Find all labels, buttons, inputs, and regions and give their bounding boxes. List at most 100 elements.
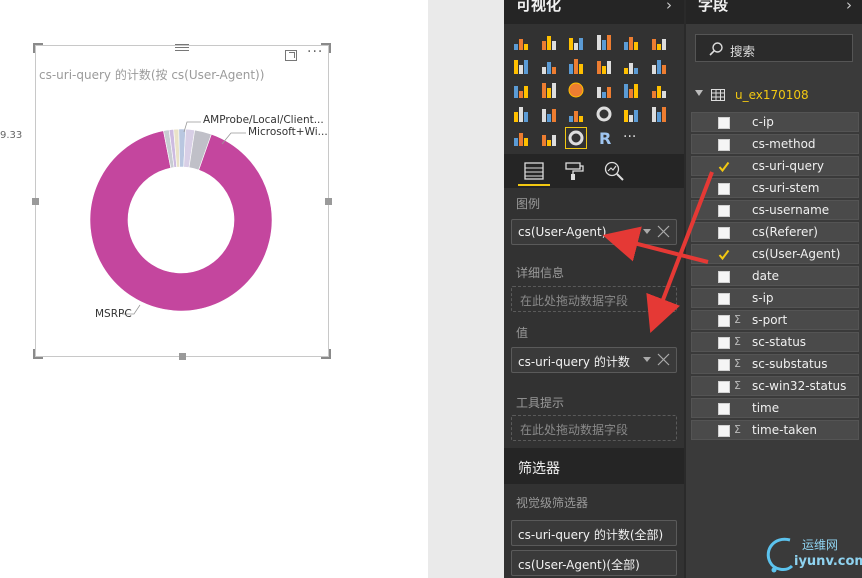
map-icon[interactable] (622, 81, 640, 99)
filter-chip-user-agent[interactable]: cs(User-Agent)(全部) (511, 550, 677, 576)
field-label: cs-uri-query (752, 159, 825, 173)
watermark-logo: 运维网 iyunv.com (758, 530, 862, 578)
search-icon (709, 42, 723, 56)
100-column-icon[interactable] (650, 33, 668, 51)
report-canvas[interactable]: 9.33 ··· cs-uri-query 的计数(按 cs(User-Agen… (0, 0, 428, 578)
values-field-well[interactable]: cs-uri-query 的计数 (511, 347, 677, 373)
field-row-s-port[interactable]: Σs-port (691, 310, 859, 330)
field-row-time[interactable]: time (691, 398, 859, 418)
filled-map-icon[interactable] (540, 105, 558, 123)
field-row-cs-referer[interactable]: cs(Referer) (691, 222, 859, 242)
axis-label-fragment: 9.33 (0, 130, 23, 141)
field-label: sc-substatus (752, 357, 828, 371)
legend-remove-icon[interactable] (656, 224, 671, 239)
treemap-icon[interactable] (595, 81, 613, 99)
donut-chart[interactable] (36, 46, 330, 358)
field-checkbox[interactable] (718, 117, 730, 129)
legend-field-well[interactable]: cs(User-Agent) (511, 219, 677, 245)
fields-search-input[interactable]: 搜索 (695, 34, 853, 62)
area-chart-icon[interactable] (540, 57, 558, 75)
field-checkbox[interactable] (718, 293, 730, 305)
field-checkbox[interactable] (718, 359, 730, 371)
scatter-icon[interactable] (540, 81, 558, 99)
table-grid-icon (711, 89, 725, 101)
format-tab-icon[interactable] (563, 160, 585, 182)
sigma-icon: Σ (734, 335, 741, 348)
fields-header: 字段 › (686, 0, 862, 24)
stacked-area-icon[interactable] (567, 57, 585, 75)
funnel-icon[interactable] (567, 105, 585, 123)
field-checkbox[interactable] (718, 425, 730, 437)
field-checkbox[interactable] (718, 271, 730, 283)
field-checkbox[interactable] (718, 183, 730, 195)
donut-icon[interactable] (565, 127, 587, 149)
pie-icon[interactable] (567, 81, 585, 99)
stacked-bar-icon[interactable] (512, 33, 530, 51)
clustered-column-icon[interactable] (595, 33, 613, 51)
line-chart-icon[interactable] (512, 57, 530, 75)
clustered-bar-icon[interactable] (567, 33, 585, 51)
r-script-glyph: R (599, 129, 611, 147)
field-checkbox[interactable] (718, 403, 730, 415)
analytics-tab-icon[interactable] (603, 160, 625, 182)
field-row-cs-username[interactable]: cs-username (691, 200, 859, 220)
field-row-sc-substatus[interactable]: Σsc-substatus (691, 354, 859, 374)
values-remove-icon[interactable] (656, 352, 671, 367)
table-node[interactable]: u_ex170108 (686, 86, 862, 106)
search-placeholder: 搜索 (730, 44, 756, 59)
field-row-c-ip[interactable]: c-ip (691, 112, 859, 132)
matrix-icon[interactable] (512, 105, 530, 123)
field-row-s-ip[interactable]: s-ip (691, 288, 859, 308)
more-icon[interactable]: ··· (622, 129, 640, 147)
gauge-icon[interactable] (595, 105, 613, 123)
details-section-label: 详细信息 (516, 266, 565, 280)
fields-collapse-chevron-icon[interactable]: › (846, 0, 852, 14)
field-row-cs-uri-query[interactable]: cs-uri-query (691, 156, 859, 176)
field-row-time-taken[interactable]: Σtime-taken (691, 420, 859, 440)
expand-triangle-icon[interactable] (695, 90, 703, 96)
filter-chip-count[interactable]: cs-uri-query 的计数(全部) (511, 520, 677, 546)
field-checkbox[interactable] (718, 205, 730, 217)
values-dropdown-icon[interactable] (643, 357, 651, 362)
field-row-sc-status[interactable]: Σsc-status (691, 332, 859, 352)
slicer-icon[interactable] (540, 129, 558, 147)
field-checkbox[interactable] (718, 139, 730, 151)
field-row-cs-user-agent[interactable]: cs(User-Agent) (691, 244, 859, 264)
stacked-column-icon[interactable] (540, 33, 558, 51)
field-checkbox[interactable] (718, 249, 730, 261)
tooltip-drop-zone[interactable]: 在此处拖动数据字段 (511, 415, 677, 441)
active-tab-indicator (518, 184, 550, 186)
field-label: cs-method (752, 137, 816, 151)
data-label-msrpc: MSRPC (95, 308, 132, 320)
multi-row-card-icon[interactable] (650, 105, 668, 123)
canvas-gutter (428, 0, 504, 578)
100-bar-icon[interactable] (622, 33, 640, 51)
field-checkbox[interactable] (718, 161, 730, 173)
collapse-chevron-icon[interactable]: › (666, 0, 672, 14)
r-script-icon[interactable]: R (595, 129, 613, 147)
checkmark-icon (718, 161, 730, 173)
field-label: date (752, 269, 780, 283)
field-row-sc-win32-status[interactable]: Σsc-win32-status (691, 376, 859, 396)
field-checkbox[interactable] (718, 227, 730, 239)
fields-tab-icon[interactable] (523, 160, 545, 182)
field-row-date[interactable]: date (691, 266, 859, 286)
ribbon-icon[interactable] (650, 57, 668, 75)
line-column-icon[interactable] (595, 57, 613, 75)
more-visuals-glyph: ··· (623, 129, 636, 145)
filters-header: 筛选器 (504, 448, 684, 484)
field-checkbox[interactable] (718, 315, 730, 327)
kpi-icon[interactable] (512, 129, 530, 147)
waterfall-icon[interactable] (512, 81, 530, 99)
line-clustered-icon[interactable] (622, 57, 640, 75)
field-checkbox[interactable] (718, 381, 730, 393)
legend-dropdown-icon[interactable] (643, 229, 651, 234)
field-row-cs-uri-stem[interactable]: cs-uri-stem (691, 178, 859, 198)
card-icon[interactable] (622, 105, 640, 123)
data-label-microsoft: Microsoft+Wi... (248, 126, 328, 138)
table-icon[interactable] (650, 81, 668, 99)
field-checkbox[interactable] (718, 337, 730, 349)
donut-visual[interactable]: ··· cs-uri-query 的计数(按 cs(User-Agent)) A… (32, 43, 332, 360)
field-row-cs-method[interactable]: cs-method (691, 134, 859, 154)
details-drop-zone[interactable]: 在此处拖动数据字段 (511, 286, 677, 312)
